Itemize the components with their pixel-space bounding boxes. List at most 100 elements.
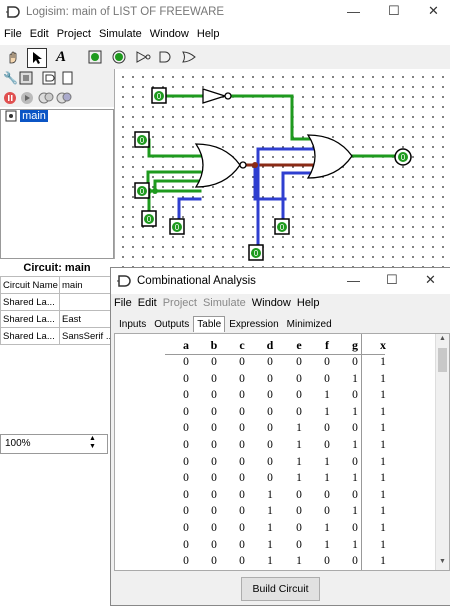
input-cell: 0: [324, 356, 330, 368]
poke-tool-icon[interactable]: [4, 48, 22, 66]
output-cell[interactable]: 1: [373, 505, 393, 517]
input-cell: 0: [211, 555, 217, 568]
table-row: 0 0 0 1 0 0 1 1: [115, 503, 435, 520]
tab-outputs[interactable]: Outputs: [150, 316, 193, 333]
table-row: 0 0 0 0 0 0 0 1: [115, 354, 435, 371]
circuit-view-icon[interactable]: [19, 71, 33, 85]
input-cell: 0: [183, 472, 189, 485]
property-value[interactable]: [59, 293, 117, 311]
menu-edit[interactable]: Edit: [26, 26, 53, 42]
and-gate-tool-icon[interactable]: [157, 48, 175, 66]
zoom-selector[interactable]: 100% ▲ ▼: [0, 434, 108, 454]
input-cell: 1: [324, 538, 330, 551]
output-cell[interactable]: 1: [373, 422, 393, 434]
property-value[interactable]: SansSerif ...: [59, 327, 117, 345]
input-pin-value: 0: [147, 215, 152, 224]
menu-project[interactable]: Project: [53, 26, 95, 42]
input-cell: 0: [296, 389, 302, 402]
input-cell: 0: [211, 472, 217, 485]
dialog-menu-window[interactable]: Window: [249, 295, 294, 311]
property-value[interactable]: East: [59, 310, 117, 328]
output-cell[interactable]: 1: [373, 406, 393, 418]
output-cell[interactable]: 1: [373, 472, 393, 484]
output-cell[interactable]: 1: [373, 539, 393, 551]
dialog-menu-file[interactable]: File: [111, 295, 135, 311]
input-cell: 0: [211, 488, 217, 501]
nor-gate: [194, 143, 241, 188]
property-row: Shared La... SansSerif ...: [0, 327, 117, 345]
step-simulation-icon[interactable]: [20, 91, 34, 105]
add-input-pin-icon[interactable]: [86, 48, 104, 66]
tab-expression[interactable]: Expression: [225, 316, 282, 333]
tree-item-main[interactable]: main: [5, 110, 48, 122]
not-gate-tool-icon[interactable]: [134, 48, 152, 66]
input-cell: 0: [211, 538, 217, 551]
dialog-menu-help[interactable]: Help: [294, 295, 323, 311]
file-icon[interactable]: [62, 71, 74, 85]
tab-table[interactable]: Table: [193, 316, 226, 332]
tick-enabled-icon[interactable]: [56, 91, 72, 105]
output-cell[interactable]: 1: [373, 389, 393, 401]
menu-help[interactable]: Help: [193, 26, 224, 42]
menu-simulate[interactable]: Simulate: [95, 26, 146, 42]
maximize-icon[interactable]: ☐: [388, 3, 400, 19]
input-cell: 0: [239, 472, 245, 485]
menu-file[interactable]: File: [0, 26, 26, 42]
dialog-close-icon[interactable]: ✕: [425, 272, 436, 288]
input-cell: 1: [352, 505, 358, 518]
dialog-menu-edit[interactable]: Edit: [135, 295, 160, 311]
output-cell[interactable]: 1: [373, 522, 393, 534]
input-cell: 0: [352, 389, 358, 402]
circuit-canvas[interactable]: 0 0 0 0 0 0 0 0: [115, 69, 450, 269]
tab-inputs[interactable]: Inputs: [115, 316, 150, 333]
scroll-thumb[interactable]: [438, 348, 447, 372]
output-cell[interactable]: 1: [373, 356, 393, 368]
input-cell: 1: [267, 488, 273, 501]
not-gate-bubble: [224, 92, 232, 100]
input-cell: 1: [296, 455, 302, 468]
wire-junction: [152, 188, 158, 194]
dialog-menu-simulate[interactable]: Simulate: [200, 295, 249, 311]
input-cell: 0: [267, 405, 273, 418]
output-cell[interactable]: 1: [373, 555, 393, 567]
scroll-up-icon[interactable]: ▲: [439, 335, 446, 342]
or-gate-tool-icon[interactable]: [180, 48, 198, 66]
truth-table-header: abcdefgx: [115, 338, 435, 354]
input-cell: 0: [239, 438, 245, 451]
close-icon[interactable]: ✕: [428, 3, 439, 19]
minimize-icon[interactable]: —: [347, 4, 360, 19]
input-cell: 0: [211, 356, 217, 368]
dialog-maximize-icon[interactable]: ☐: [386, 272, 398, 288]
stop-simulation-icon[interactable]: [3, 91, 17, 105]
output-cell[interactable]: 1: [373, 439, 393, 451]
property-value[interactable]: main: [59, 276, 117, 294]
build-circuit-button[interactable]: Build Circuit: [241, 577, 320, 601]
input-cell: 0: [267, 472, 273, 485]
tab-minimized[interactable]: Minimized: [283, 316, 336, 333]
output-cell[interactable]: 1: [373, 489, 393, 501]
table-row: 0 0 0 0 0 1 1 1: [115, 404, 435, 421]
input-cell: 1: [352, 372, 358, 385]
output-cell[interactable]: 1: [373, 373, 393, 385]
text-tool-icon[interactable]: A: [52, 48, 70, 66]
column-header: b: [210, 338, 218, 352]
select-tool-icon[interactable]: [27, 48, 47, 68]
input-cell: 0: [239, 372, 245, 385]
appearance-view-icon[interactable]: [42, 71, 56, 85]
output-cell[interactable]: 1: [373, 456, 393, 468]
vertical-scrollbar[interactable]: ▲ ▼: [435, 334, 449, 570]
scroll-down-icon[interactable]: ▼: [439, 558, 446, 565]
input-cell: 1: [352, 438, 358, 451]
input-cell: 0: [183, 405, 189, 418]
dialog-menu-project[interactable]: Project: [160, 295, 200, 311]
zoom-spinner-icon[interactable]: ▲ ▼: [89, 435, 96, 451]
input-cell: 0: [211, 372, 217, 385]
menu-window[interactable]: Window: [146, 26, 193, 42]
add-output-pin-icon[interactable]: [110, 48, 128, 66]
dialog-minimize-icon[interactable]: —: [347, 273, 360, 288]
input-cell: 0: [211, 389, 217, 402]
input-cell: 0: [352, 555, 358, 568]
table-row: 0 0 0 1 1 0 0 1: [115, 553, 435, 570]
tick-once-icon[interactable]: [38, 91, 54, 105]
wrench-icon[interactable]: 🔧: [3, 71, 18, 85]
